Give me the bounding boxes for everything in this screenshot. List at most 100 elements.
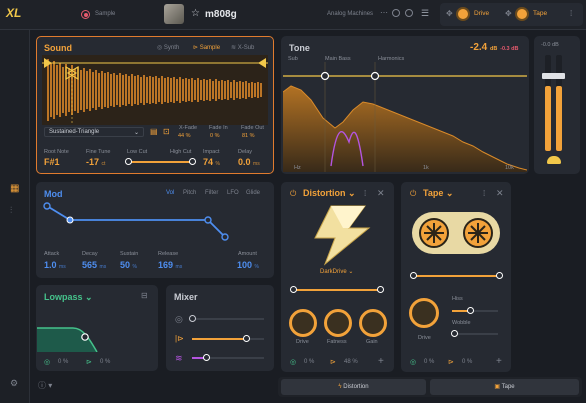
drive-knob[interactable] [289, 309, 317, 337]
tab-synth[interactable]: ◎ Synth [157, 44, 179, 51]
waveform-select[interactable]: Sustained-Triangle ⌄ [44, 127, 144, 137]
attack-value[interactable]: 1.0 ms [44, 260, 66, 270]
xfade-value[interactable]: 44 % [178, 133, 191, 139]
tab-vol[interactable]: Vol [166, 190, 174, 196]
tape-move-icon[interactable]: ✥ [505, 9, 512, 18]
tape-mix-track[interactable] [413, 275, 499, 277]
tape-close-icon[interactable]: ✕ [496, 188, 504, 199]
sample-channel-icon[interactable]: |⊳ [175, 334, 184, 343]
tape-mod-b-icon[interactable]: ⊳ [448, 358, 454, 366]
output-fader-handle[interactable] [542, 73, 565, 79]
xsub-channel-icon[interactable]: ≋ [175, 353, 183, 364]
more-icon[interactable]: ⋯ [380, 8, 388, 17]
fadein-value[interactable]: 0 % [210, 133, 219, 139]
high-cut-handle[interactable] [189, 158, 196, 165]
tab-pitch[interactable]: Pitch [183, 190, 196, 196]
grid-view-icon[interactable]: ▦ [10, 183, 19, 194]
tab-sample[interactable]: ⊳ Sample [193, 44, 220, 51]
lowpass-mod-b-value[interactable]: 0 % [100, 359, 110, 365]
settings-gear-icon[interactable]: ⚙ [10, 378, 18, 389]
tape-mod-b-value[interactable]: 0 % [462, 359, 472, 365]
tape-drag-icon[interactable]: ⁞ [483, 189, 485, 198]
menu-icon[interactable]: ☰ [421, 8, 429, 19]
tape-mod-a-icon[interactable]: ◎ [410, 358, 416, 366]
drive-move-icon[interactable]: ✥ [446, 9, 453, 18]
lowpass-mod-a-value[interactable]: 0 % [58, 359, 68, 365]
tape-add-icon[interactable]: + [496, 356, 502, 367]
distortion-mod-b-value[interactable]: 48 % [344, 359, 358, 365]
preset-name[interactable]: m808g [205, 9, 237, 20]
favorite-star-icon[interactable]: ☆ [191, 8, 200, 19]
tape-tab[interactable]: ▣ Tape [430, 379, 579, 395]
impact-value[interactable]: 74 % [203, 157, 220, 167]
app-logo[interactable]: XL [6, 6, 30, 22]
tape-mix-left-handle[interactable] [410, 272, 417, 279]
drive-chip-label[interactable]: Drive [474, 10, 489, 17]
distortion-add-icon[interactable]: + [378, 356, 384, 367]
power-dome-icon[interactable] [547, 156, 561, 164]
tape-chip-icon[interactable] [515, 7, 529, 21]
lowpass-title[interactable]: Lowpass ⌄ [44, 292, 93, 303]
tape-title[interactable]: Tape ⌄ [423, 188, 453, 199]
tape-power-icon[interactable]: ⏻ [410, 189, 416, 199]
clock-icon[interactable] [405, 9, 413, 17]
wobble-track[interactable] [452, 333, 498, 335]
distortion-type-select[interactable]: DarkDrive ⌄ [320, 268, 353, 275]
envelope-graph[interactable] [42, 200, 268, 244]
delay-value[interactable]: 0.0 ms [238, 157, 260, 167]
distortion-mix-left-handle[interactable] [290, 286, 297, 293]
distortion-mod-b-icon[interactable]: ⊳ [330, 358, 336, 366]
preset-thumbnail[interactable] [164, 4, 184, 24]
tab-xsub[interactable]: ≋ X-Sub [231, 44, 254, 51]
tab-filter[interactable]: Filter [205, 190, 218, 196]
tab-lfo[interactable]: LFO [227, 190, 239, 196]
distortion-mix-right-handle[interactable] [377, 286, 384, 293]
info-icon[interactable] [392, 9, 400, 17]
fatness-knob[interactable] [324, 309, 352, 337]
distortion-mod-a-value[interactable]: 0 % [304, 359, 314, 365]
distortion-tab[interactable]: ϟ Distortion [281, 379, 426, 395]
fx-options-icon[interactable]: ⁞ [570, 9, 572, 18]
record-icon[interactable] [81, 10, 90, 19]
xsub-channel-handle[interactable] [203, 354, 210, 361]
low-cut-handle[interactable] [125, 158, 132, 165]
distortion-drag-icon[interactable]: ⁞ [364, 189, 366, 198]
synth-channel-track[interactable] [192, 318, 264, 320]
tape-drive-knob[interactable] [409, 298, 439, 328]
distortion-title[interactable]: Distortion ⌄ [303, 188, 356, 199]
synth-channel-icon[interactable]: ◎ [175, 314, 183, 325]
lowpass-mod-a-icon[interactable]: ◎ [44, 358, 50, 366]
tab-glide[interactable]: Glide [246, 190, 260, 196]
lowpass-mod-b-icon[interactable]: ⊳ [86, 358, 92, 366]
tone-spectrum[interactable] [283, 62, 527, 172]
hiss-handle[interactable] [467, 307, 474, 314]
distortion-power-icon[interactable]: ⏻ [290, 189, 296, 199]
root-note-value[interactable]: F#1 [44, 157, 60, 167]
fadeout-value[interactable]: 81 % [242, 133, 255, 139]
mixer-view-icon[interactable]: ⫶ [10, 205, 12, 216]
sample-label[interactable]: Sample [95, 11, 115, 17]
filter-curve[interactable] [37, 318, 157, 352]
drive-chip-icon[interactable] [456, 7, 470, 21]
tape-mod-a-value[interactable]: 0 % [424, 359, 434, 365]
waveform-edit-icon[interactable]: ▤ [150, 127, 158, 136]
synth-channel-handle[interactable] [189, 315, 196, 322]
waveform-display[interactable] [42, 55, 268, 125]
help-icon[interactable]: ⓘ ▾ [38, 380, 52, 391]
sample-channel-handle[interactable] [243, 335, 250, 342]
distortion-mod-a-icon[interactable]: ◎ [290, 358, 296, 366]
tape-mix-right-handle[interactable] [496, 272, 503, 279]
sustain-value[interactable]: 50 % [120, 260, 137, 270]
cut-range-slider[interactable] [128, 161, 192, 163]
decay-value[interactable]: 565 ms [82, 260, 106, 270]
fine-tune-value[interactable]: -17 ct [86, 157, 105, 167]
distortion-mix-track[interactable] [293, 289, 380, 291]
tone-level[interactable]: -2.4 dB -0.3 dB [470, 42, 518, 53]
release-value[interactable]: 169 ms [158, 260, 182, 270]
amount-value[interactable]: 100 % [237, 260, 259, 270]
wobble-handle[interactable] [451, 330, 458, 337]
waveform-loop-icon[interactable]: ⊡ [163, 127, 170, 136]
tape-chip-label[interactable]: Tape [533, 10, 547, 17]
lowpass-menu-icon[interactable]: ⊟ [141, 291, 148, 300]
gain-knob[interactable] [359, 309, 387, 337]
